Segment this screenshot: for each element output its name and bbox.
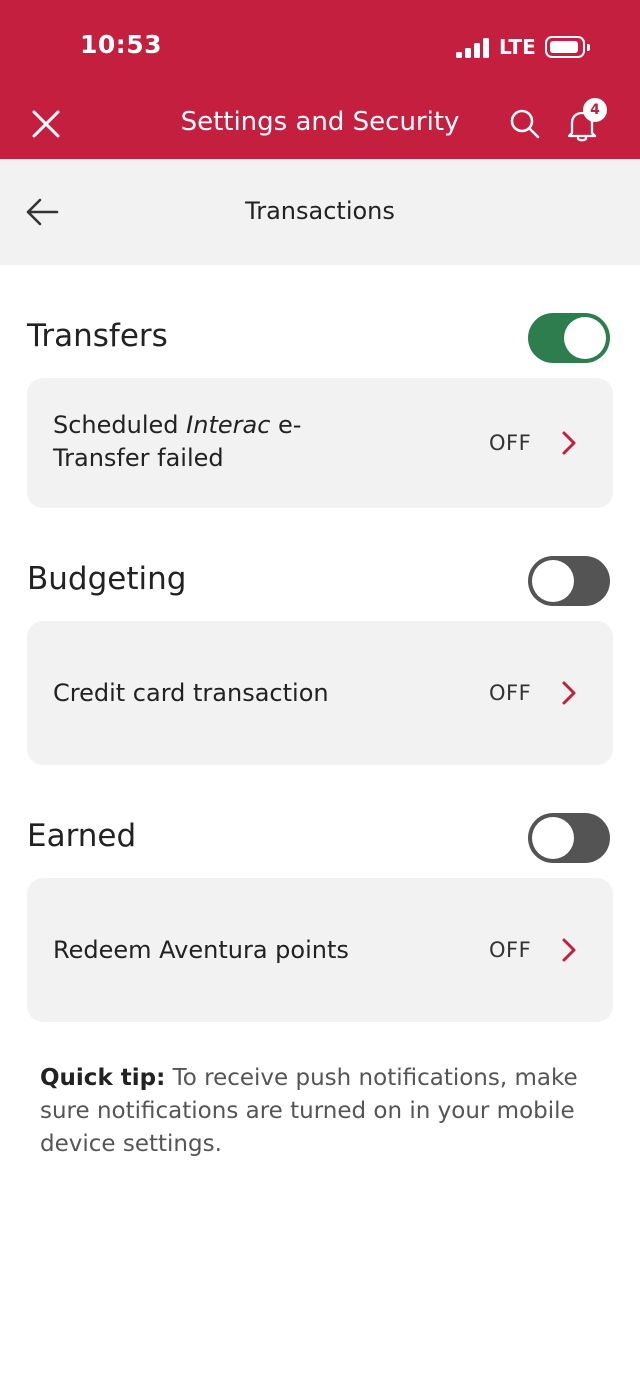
status-time: 10:53	[80, 30, 163, 59]
section-title-earned: Earned	[27, 818, 137, 854]
setting-item-status: OFF	[489, 938, 532, 962]
chevron-right-icon	[562, 681, 576, 705]
quick-tip-heading: Quick tip:	[40, 1065, 166, 1091]
network-label: LTE	[499, 35, 536, 59]
setting-item-status: OFF	[489, 431, 532, 455]
toggle-transfers[interactable]	[528, 313, 610, 363]
chevron-right-icon	[562, 938, 576, 962]
setting-item-interac-transfer-failed[interactable]: Scheduled Interac e- Transfer failed OFF	[27, 378, 613, 508]
setting-item-status: OFF	[489, 681, 532, 705]
signal-icon	[456, 38, 490, 58]
chevron-right-icon	[562, 431, 576, 455]
setting-item-redeem-aventura-points[interactable]: Redeem Aventura points OFF	[27, 878, 613, 1022]
section-title-transfers: Transfers	[27, 318, 168, 354]
setting-item-label: Redeem Aventura points	[53, 936, 349, 964]
toggle-budgeting[interactable]	[528, 556, 610, 606]
battery-icon	[545, 36, 590, 58]
setting-item-credit-card-transaction[interactable]: Credit card transaction OFF	[27, 621, 613, 765]
toggle-earned[interactable]	[528, 813, 610, 863]
setting-item-label: Credit card transaction	[53, 679, 329, 707]
page-title: Settings and Security	[180, 107, 460, 137]
search-icon	[510, 109, 540, 139]
app-header: 10:53 LTE Settings and Security 4	[0, 0, 640, 159]
notification-badge: 4	[583, 98, 607, 122]
sub-header-title: Transactions	[245, 197, 395, 225]
quick-tip: Quick tip: To receive push notifications…	[40, 1062, 600, 1161]
search-button[interactable]	[508, 107, 542, 141]
setting-item-label: Scheduled Interac e- Transfer failed	[53, 411, 302, 472]
section-title-budgeting: Budgeting	[27, 561, 187, 597]
